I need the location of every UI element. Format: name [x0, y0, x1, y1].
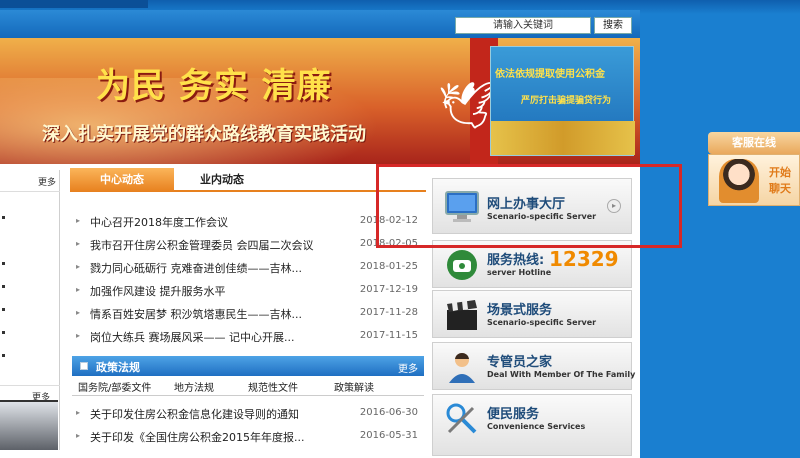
- policy-item-date: 2016-06-30: [359, 407, 418, 418]
- policy-item-title[interactable]: 关于印发《全国住房公积金2015年年度报...: [90, 429, 304, 445]
- top-notch: [0, 0, 148, 8]
- left-more-link[interactable]: 更多: [38, 175, 56, 188]
- news-item[interactable]: ▸ 我市召开住房公积金管理委员 会四届二次会议 2018-02-05: [76, 233, 422, 256]
- doc-icon: [80, 362, 88, 370]
- news-item[interactable]: ▸ 中心召开2018年度工作会议 2018-02-12: [76, 210, 422, 233]
- banner-headline: 为民 务实 清廉: [96, 66, 332, 106]
- news-tabs: 中心动态 业内动态: [70, 168, 426, 192]
- policy-item[interactable]: ▸ 关于印发《全国住房公积金2015年年度报... 2016-05-31: [76, 425, 422, 448]
- news-date: 2017-12-19: [359, 284, 418, 295]
- list-bullet: [2, 216, 5, 219]
- list-bullet: [2, 262, 5, 265]
- policy-header: 政策法规 更多: [72, 356, 424, 376]
- customer-service-tab[interactable]: 客服在线: [708, 132, 800, 154]
- news-title[interactable]: 我市召开住房公积金管理委员 会四届二次会议: [90, 237, 314, 253]
- highlight-annotation-box: [376, 164, 682, 248]
- phone-icon: [447, 250, 477, 280]
- service-title: 服务热线:: [487, 253, 545, 268]
- tab-center-news[interactable]: 中心动态: [70, 168, 174, 192]
- left-header: 更多: [0, 170, 60, 192]
- search-bar: 请输入关键词 搜索: [0, 10, 640, 38]
- news-title[interactable]: 岗位大练兵 赛场展风采—— 记中心开展...: [90, 329, 294, 345]
- arrow-icon: ▸: [76, 431, 81, 440]
- specialist-home-button[interactable]: 专管员之家 Deal With Member Of The Family: [432, 342, 636, 390]
- agent-avatar: [719, 159, 759, 203]
- service-subtitle: Deal With Member Of The Family: [487, 370, 636, 379]
- clapperboard-icon: [447, 300, 477, 330]
- person-icon: [449, 352, 475, 383]
- arrow-icon: ▸: [76, 331, 81, 340]
- tab-industry-news[interactable]: 业内动态: [174, 168, 270, 192]
- policy-item-title[interactable]: 关于印发住房公积金信息化建设导则的通知: [90, 406, 299, 422]
- hotline-number: 12329: [549, 247, 619, 271]
- banner-notice-panel: 依法依规提取使用公积金 严厉打击骗提骗贷行为: [490, 46, 635, 156]
- policy-more-link[interactable]: 更多: [398, 360, 418, 375]
- scenario-service-button[interactable]: 场景式服务 Scenario-specific Server: [432, 290, 632, 338]
- list-bullet: [2, 354, 5, 357]
- banner-notice-line1: 依法依规提取使用公积金: [495, 69, 605, 80]
- dove-icon: 🕊: [438, 78, 497, 132]
- service-title: 专管员之家: [487, 355, 553, 370]
- subtab-normative-docs[interactable]: 规范性文件: [248, 379, 298, 394]
- convenience-services-button[interactable]: 便民服务 Convenience Services: [432, 394, 632, 456]
- news-date: 2017-11-15: [359, 330, 418, 341]
- city-skyline-graphic: [491, 121, 635, 155]
- news-date: 2018-01-25: [359, 261, 418, 272]
- list-bullet: [2, 308, 5, 311]
- news-date: 2017-11-28: [359, 307, 418, 318]
- news-item[interactable]: ▸ 加强作风建设 提升服务水平 2017-12-19: [76, 279, 422, 302]
- start-chat-line2: 聊天: [769, 182, 791, 195]
- start-chat-line1: 开始: [769, 166, 791, 179]
- left-photo[interactable]: [0, 400, 58, 450]
- arrow-icon: ▸: [76, 308, 81, 317]
- policy-title: 政策法规: [96, 361, 140, 374]
- banner-subline: 深入扎实开展党的群众路线教育实践活动: [42, 124, 366, 145]
- policy-subtabs: 国务院/部委文件 地方法规 规范性文件 政策解读: [72, 376, 424, 396]
- policy-item-date: 2016-05-31: [359, 430, 418, 441]
- subtab-interpretation[interactable]: 政策解读: [334, 379, 374, 394]
- banner-notice-line2: 严厉打击骗提骗贷行为: [521, 96, 612, 106]
- news-title[interactable]: 戮力同心砥砺行 克难奋进创佳绩——吉林...: [90, 260, 302, 276]
- search-button[interactable]: 搜索: [594, 17, 632, 34]
- news-item[interactable]: ▸ 情系百姓安居梦 积沙筑塔惠民生——吉林... 2017-11-28: [76, 302, 422, 325]
- left-column: 更多 更多: [0, 170, 60, 450]
- list-bullet: [2, 285, 5, 288]
- subtab-local-laws[interactable]: 地方法规: [174, 379, 214, 394]
- service-subtitle: Convenience Services: [487, 422, 586, 431]
- arrow-icon: ▸: [76, 262, 81, 271]
- subtab-state-council[interactable]: 国务院/部委文件: [78, 379, 151, 394]
- news-item[interactable]: ▸ 戮力同心砥砺行 克难奋进创佳绩——吉林... 2018-01-25: [76, 256, 422, 279]
- arrow-icon: ▸: [76, 239, 81, 248]
- service-title: 场景式服务: [487, 303, 553, 318]
- service-title: 便民服务: [487, 407, 540, 422]
- search-input[interactable]: 请输入关键词: [455, 17, 591, 34]
- service-subtitle: server Hotline: [487, 268, 552, 277]
- news-title[interactable]: 中心召开2018年度工作会议: [90, 214, 228, 230]
- tools-icon: [446, 403, 477, 434]
- news-title[interactable]: 情系百姓安居梦 积沙筑塔惠民生——吉林...: [90, 306, 302, 322]
- service-subtitle: Scenario-specific Server: [487, 318, 597, 327]
- start-chat-button[interactable]: 开始 聊天: [769, 165, 791, 197]
- arrow-icon: ▸: [76, 216, 81, 225]
- news-item[interactable]: ▸ 岗位大练兵 赛场展风采—— 记中心开展... 2017-11-15: [76, 325, 422, 348]
- list-bullet: [2, 331, 5, 334]
- customer-service-widget[interactable]: 开始 聊天: [708, 154, 800, 206]
- policy-item[interactable]: ▸ 关于印发住房公积金信息化建设导则的通知 2016-06-30: [76, 402, 422, 425]
- arrow-icon: ▸: [76, 285, 81, 294]
- banner[interactable]: 为民 务实 清廉 深入扎实开展党的群众路线教育实践活动 🕊 依法依规提取使用公积…: [0, 38, 640, 164]
- news-title[interactable]: 加强作风建设 提升服务水平: [90, 283, 226, 299]
- arrow-icon: ▸: [76, 408, 81, 417]
